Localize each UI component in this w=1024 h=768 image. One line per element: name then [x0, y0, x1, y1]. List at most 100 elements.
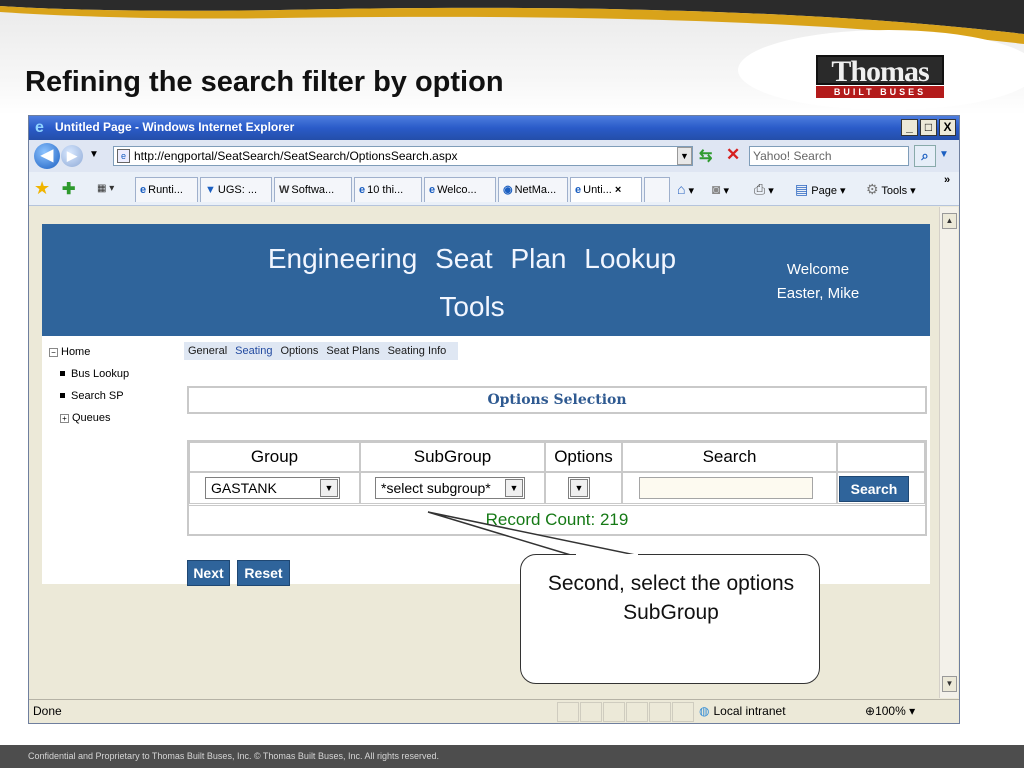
scroll-down-icon[interactable]: ▼ — [942, 676, 957, 692]
status-segment — [603, 702, 625, 722]
maximize-button[interactable]: □ — [920, 119, 937, 136]
callout-box: Second, select the options SubGroup — [520, 554, 820, 684]
banner-title: Engineering Seat Plan Lookup Tools — [267, 243, 677, 322]
subgroup-select[interactable]: *select subgroup* ▼ — [375, 477, 525, 499]
collapse-icon[interactable]: − — [49, 348, 58, 357]
url-text: http://engportal/SeatSearch/SeatSearch/O… — [134, 149, 458, 163]
group-select[interactable]: GASTANK ▼ — [205, 477, 340, 499]
globe-icon: ◍ — [699, 704, 710, 718]
netmail-icon: ◉ — [503, 184, 513, 196]
print-icon[interactable]: ⎙ ▾ — [754, 181, 774, 198]
menu-item-general[interactable]: General — [188, 345, 227, 357]
url-dropdown-icon[interactable]: ▼ — [677, 147, 692, 165]
search-button[interactable]: Search — [839, 476, 909, 502]
callout-text: Second, select the options SubGroup — [547, 572, 795, 624]
favorites-star-icon[interactable]: ★ — [34, 178, 50, 199]
welcome-label: Welcome — [786, 261, 850, 278]
tree-item-queues[interactable]: + Queues — [42, 408, 184, 430]
scroll-up-icon[interactable]: ▲ — [942, 213, 957, 229]
logo-wordmark: Thomas — [816, 55, 944, 87]
next-button[interactable]: Next — [187, 560, 230, 586]
forward-button[interactable]: ▶ — [61, 145, 83, 167]
window-titlebar: e Untitled Page - Windows Internet Explo… — [29, 116, 959, 140]
tools-menu[interactable]: ⚙ Tools ▾ — [866, 181, 916, 198]
home-icon[interactable]: ⌂ ▾ — [677, 181, 694, 197]
tab-3[interactable]: W Softwa... — [274, 177, 352, 202]
quick-tabs-icon[interactable]: ▦ ▾ — [97, 183, 114, 194]
more-commands-icon[interactable]: » — [944, 174, 950, 186]
address-bar: ◀ ▶ ▼ e http://engportal/SeatSearch/Seat… — [29, 140, 959, 172]
tree-item-search-sp[interactable]: Search SP — [42, 386, 184, 408]
chevron-down-icon[interactable]: ▼ — [505, 479, 523, 497]
company-logo: Thomas BUILT BUSES — [816, 55, 946, 101]
search-magnifier-icon[interactable]: ⌕ — [914, 145, 936, 167]
new-tab-button[interactable] — [644, 177, 670, 202]
ie-page-icon: e — [359, 184, 366, 196]
tab-7-active[interactable]: e Unti... × — [570, 177, 642, 202]
ie-page-icon: e — [575, 184, 582, 196]
bullet-icon — [60, 393, 65, 399]
sub-menu: General Seating Options Seat Plans Seating I… — [184, 342, 459, 360]
ie-page-icon: e — [140, 184, 147, 196]
menu-item-seat-plans[interactable]: Seat Plans — [326, 345, 379, 357]
web-page: Engineering Seat Plan Lookup Tools Welco… — [42, 224, 930, 586]
ie-page-icon: e — [429, 184, 436, 196]
refresh-icon[interactable]: ⇆ — [699, 146, 712, 166]
tab-bar: ★ ✚ ▦ ▾ e Runti... ▼ UGS: ... W Softwa... e… — [29, 172, 959, 206]
stop-icon[interactable]: ✕ — [726, 145, 740, 165]
tree-item-bus-lookup[interactable]: Bus Lookup — [42, 364, 184, 386]
window-title: Untitled Page - Windows Internet Explore… — [55, 120, 295, 134]
header-blank — [837, 442, 925, 472]
chevron-down-icon[interactable]: ▼ — [320, 479, 338, 497]
search-text-input[interactable] — [639, 477, 813, 499]
page-menu-icon: ▤ — [795, 181, 809, 197]
page-menu[interactable]: ▤ Page ▾ — [795, 181, 846, 198]
tab-2[interactable]: ▼ UGS: ... — [200, 177, 272, 202]
tree-item-home[interactable]: − Home — [42, 342, 184, 364]
tab-5[interactable]: e Welco... — [424, 177, 496, 202]
chevron-down-icon[interactable]: ▼ — [570, 479, 588, 497]
user-name: Easter, Mike — [776, 285, 860, 302]
menu-item-seating-info[interactable]: Seating Info — [388, 345, 447, 357]
options-selection-header: Options Selection — [187, 386, 927, 414]
header-subgroup: SubGroup — [360, 442, 545, 472]
nav-tree: − Home Bus Lookup Search SP + Queues — [42, 342, 184, 430]
logo-subline: BUILT BUSES — [816, 86, 944, 98]
zoom-level[interactable]: ⊕100% ▾ — [865, 704, 915, 718]
close-button[interactable]: X — [939, 119, 956, 136]
status-segment — [626, 702, 648, 722]
record-count: Record Count: 219 — [189, 505, 925, 534]
feeds-icon[interactable]: ◙ ▾ — [712, 181, 729, 197]
web-search-input[interactable]: Yahoo! Search — [749, 146, 909, 166]
security-zone[interactable]: ◍ Local intranet — [699, 704, 786, 718]
expand-icon[interactable]: + — [60, 414, 69, 423]
menu-item-seating[interactable]: Seating — [235, 345, 272, 357]
header-options: Options — [545, 442, 622, 472]
tab-6[interactable]: ◉ NetMa... — [498, 177, 568, 202]
tab-4[interactable]: e 10 thi... — [354, 177, 422, 202]
ie-logo-icon: e — [35, 119, 44, 136]
url-input[interactable]: e http://engportal/SeatSearch/SeatSearch… — [113, 146, 693, 166]
zoom-icon: ⊕ — [865, 704, 876, 718]
vertical-scrollbar[interactable]: ▲ ▼ — [939, 207, 958, 698]
tab-1[interactable]: e Runti... — [135, 177, 198, 202]
minimize-button[interactable]: _ — [901, 119, 918, 136]
slide-footer: Confidential and Proprietary to Thomas B… — [0, 745, 1024, 768]
search-options-dropdown-icon[interactable]: ▼ — [939, 149, 949, 160]
history-dropdown-icon[interactable]: ▼ — [89, 149, 99, 160]
status-text: Done — [33, 704, 62, 718]
reset-button[interactable]: Reset — [237, 560, 290, 586]
status-segment — [649, 702, 671, 722]
options-select[interactable]: ▼ — [568, 477, 590, 499]
back-button[interactable]: ◀ — [34, 143, 60, 169]
add-favorite-icon[interactable]: ✚ — [62, 179, 75, 199]
slide-title: Refining the search filter by option — [25, 66, 504, 98]
ugs-icon: ▼ — [205, 184, 216, 196]
group-select-value: GASTANK — [211, 480, 277, 496]
options-search-grid: Group SubGroup Options Search GASTANK ▼ … — [187, 440, 927, 536]
close-tab-icon[interactable]: × — [615, 184, 621, 196]
gear-icon: ⚙ — [866, 181, 879, 197]
status-segment — [557, 702, 579, 722]
menu-item-options[interactable]: Options — [280, 345, 318, 357]
status-segment — [672, 702, 694, 722]
